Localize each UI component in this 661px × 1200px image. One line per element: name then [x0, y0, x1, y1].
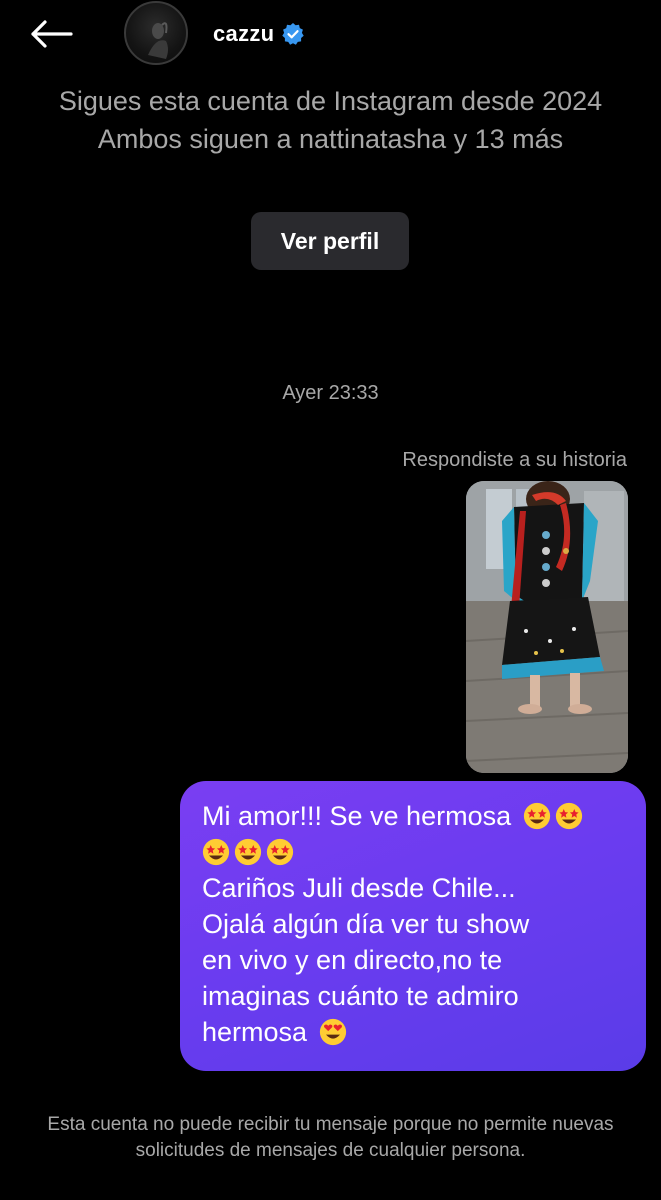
star-struck-icon [523, 802, 550, 830]
heart-eyes-icon [319, 1018, 346, 1046]
username[interactable]: cazzu [213, 21, 274, 47]
message-line-6: imaginas cuánto te admiro [202, 981, 519, 1011]
arrow-left-icon [31, 20, 73, 48]
story-image [466, 481, 628, 773]
back-button[interactable] [24, 12, 78, 56]
profile-photo [148, 22, 168, 59]
star-struck-icon [234, 838, 262, 866]
message-line-4: Ojalá algún día ver tu show [202, 909, 530, 939]
star-struck-icon [555, 802, 582, 830]
message-bubble[interactable]: Mi amor!!! Se ve hermosa Cariños Juli de… [180, 781, 646, 1071]
message-line-3: Cariños Juli desde Chile... [202, 873, 516, 903]
star-struck-icon [266, 838, 294, 866]
story-thumbnail[interactable] [466, 481, 628, 773]
star-struck-icon [202, 838, 230, 866]
message-line-1: Mi amor!!! Se ve hermosa [202, 798, 626, 834]
message-request-notice: Esta cuenta no puede recibir tu mensaje … [47, 1114, 614, 1161]
username-container[interactable]: cazzu [213, 18, 305, 50]
message-line-7: hermosa [202, 1014, 626, 1050]
verified-badge-icon [282, 23, 305, 45]
story-reply-label: Respondiste a su historia [402, 449, 627, 471]
mutual-followers-text: Ambos siguen a nattinatasha y 13 más [97, 124, 564, 154]
avatar[interactable] [124, 1, 188, 65]
view-profile-button[interactable]: Ver perfil [251, 212, 409, 270]
chat-header: cazzu [0, 0, 661, 70]
profile-info: Sigues esta cuenta de Instagram desde 20… [0, 84, 661, 156]
message-line-2 [202, 834, 626, 870]
message-line-5: en vivo y en directo,no te [202, 945, 503, 975]
follow-since-text: Sigues esta cuenta de Instagram desde 20… [58, 86, 603, 116]
message-timestamp: Ayer 23:33 [282, 382, 379, 404]
